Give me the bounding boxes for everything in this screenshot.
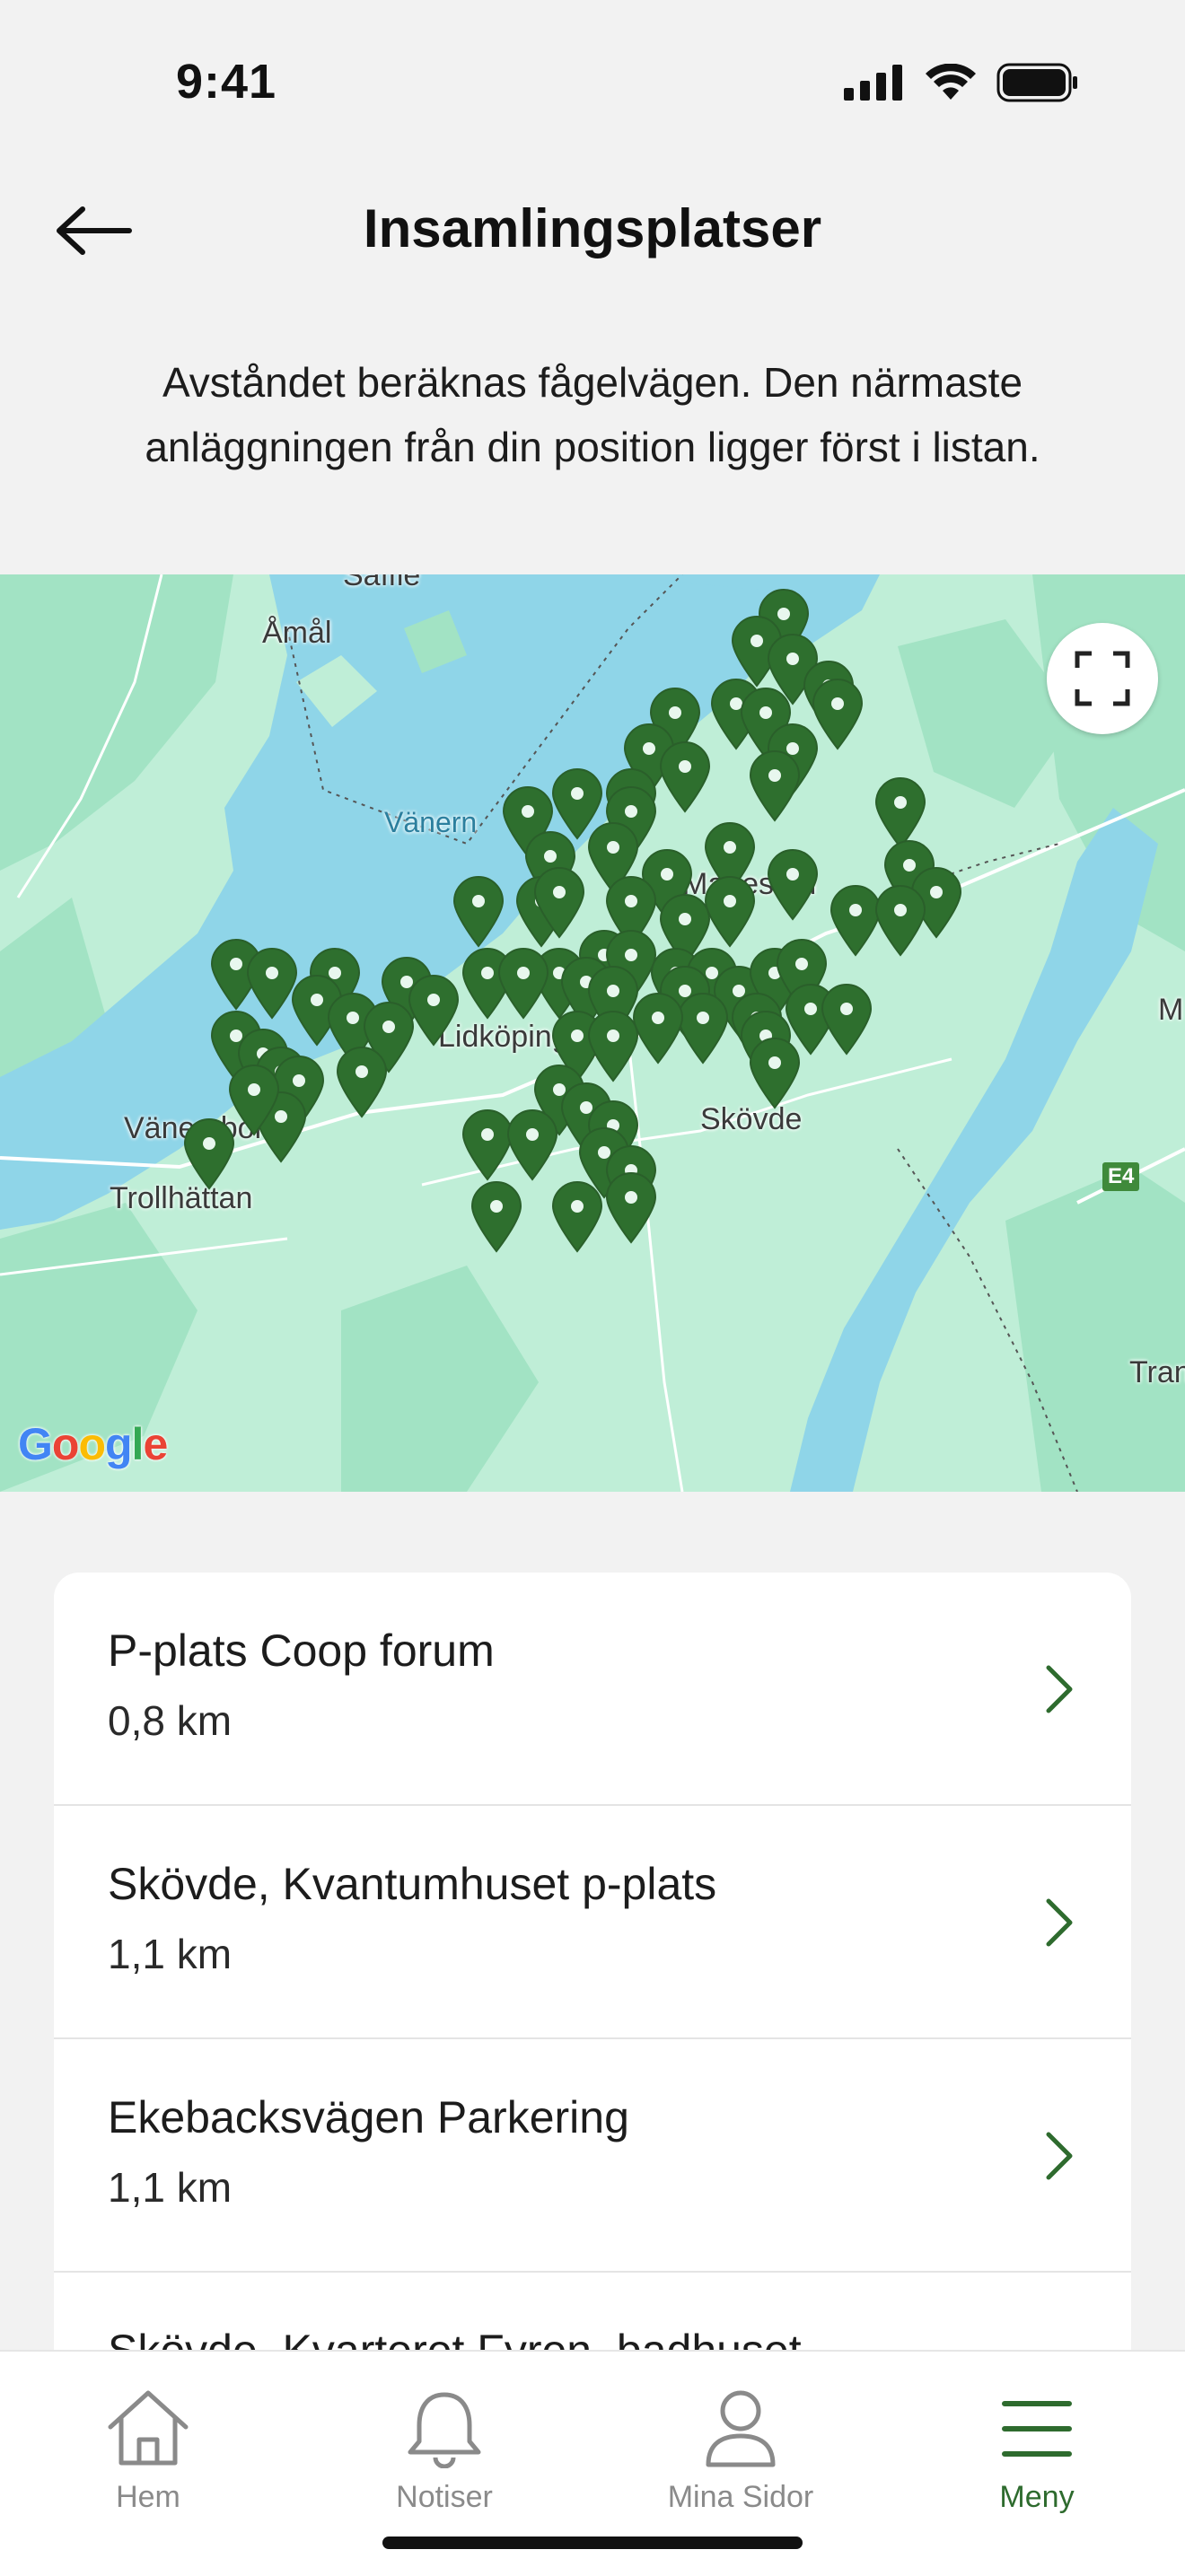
list-item[interactable]: P-plats Coop forum 0,8 km [54,1573,1131,1806]
map-pin-icon[interactable] [469,1179,524,1253]
map-pin-icon[interactable] [603,1170,659,1244]
map-pin-icon[interactable] [873,883,928,957]
tab-label: Mina Sidor [667,2480,814,2514]
map-pin-icon[interactable] [630,991,686,1065]
header: Insamlingsplatser [0,171,1185,287]
expand-icon [1075,651,1130,706]
map-pin-icon[interactable] [334,1045,390,1118]
chevron-right-icon [1046,2132,1073,2180]
map-label-m-city: M [1158,993,1184,1027]
list-item[interactable]: Ekebacksvägen Parkering 1,1 km [54,2039,1131,2273]
location-distance: 0,8 km [108,1697,233,1744]
map-pin-icon[interactable] [747,749,803,822]
map-pin-icon[interactable] [819,982,874,1056]
map-label-vanern: Vänern [384,806,478,838]
tab-meny[interactable]: Meny [889,2388,1185,2515]
map-pin-icon[interactable] [181,1117,237,1190]
map-view[interactable]: Säffle Åmål Vänern Mariestad Lidköping V… [0,574,1185,1492]
battery-icon [996,63,1077,102]
map-pin-icon[interactable] [657,740,713,813]
status-icons [844,63,1079,102]
map-label-amal: Åmål [262,616,332,650]
location-name: Ekebacksvägen Parkering [108,2092,629,2142]
map-pin-icon[interactable] [505,1108,560,1181]
wifi-icon [926,64,976,100]
page-title: Insamlingsplatser [363,198,822,258]
map-label-saffle: Säffle [343,574,421,592]
user-icon [706,2390,776,2467]
location-distance: 1,1 km [108,1931,233,1977]
tab-label: Hem [116,2480,180,2514]
map-pin-icon[interactable] [702,874,758,948]
map-pin-icon[interactable] [747,1036,803,1109]
signal-icon [844,65,902,101]
tab-home[interactable]: Hem [0,2388,296,2515]
status-bar: 9:41 [0,0,1185,171]
list-item[interactable]: Skövde, Kvantumhuset p-plats 1,1 km [54,1806,1131,2039]
chevron-right-icon [1046,1665,1073,1713]
intro-text: Avståndet beräknas fågelvägen. Den närma… [145,359,1040,470]
fullscreen-button[interactable] [1047,623,1158,734]
location-distance: 1,1 km [108,2164,233,2211]
tab-mina-sidor[interactable]: Mina Sidor [592,2388,889,2515]
map-label-tran: Tran [1129,1355,1185,1389]
location-name: Skövde, Kvantumhuset p-plats [108,1859,717,1909]
map-pin-icon[interactable] [451,874,506,948]
road-shield-e4: E4 [1102,1162,1140,1191]
bell-icon [408,2392,481,2469]
google-attribution: Google [18,1419,168,1469]
status-time: 9:41 [176,55,277,109]
map-pin-icon[interactable] [549,1179,605,1253]
chevron-right-icon [1046,1898,1073,1947]
tab-label: Notiser [396,2480,493,2514]
map-pin-icon[interactable] [496,946,551,1020]
menu-icon [1002,2401,1072,2457]
tab-label: Meny [999,2480,1075,2514]
home-icon [108,2390,189,2466]
tab-notiser[interactable]: Notiser [296,2388,592,2515]
home-indicator [382,2537,803,2549]
location-name: P-plats Coop forum [108,1625,495,1676]
map-pin-icon[interactable] [765,847,821,921]
